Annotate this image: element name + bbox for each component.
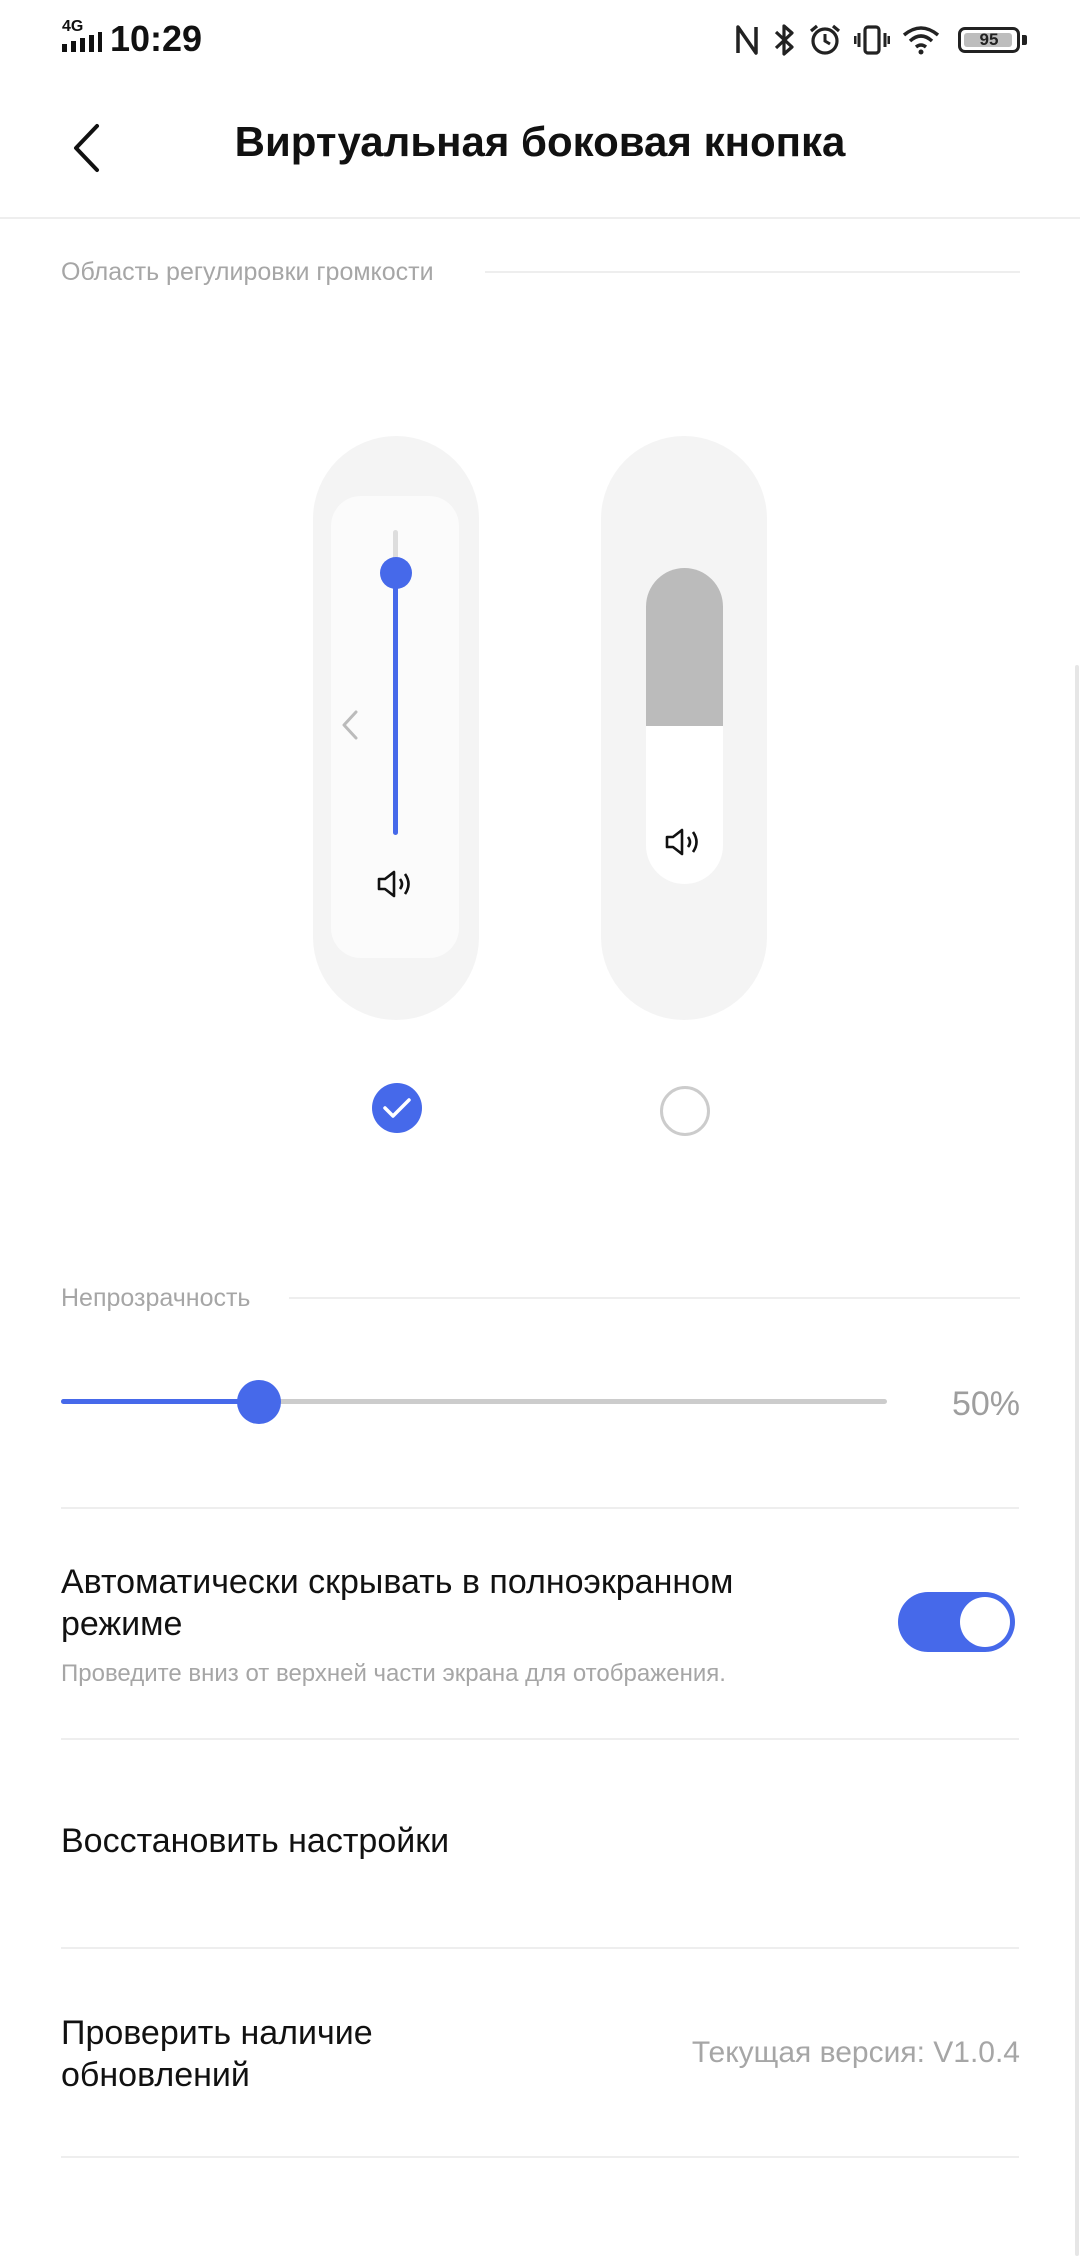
opacity-slider-thumb[interactable] [237,1380,282,1424]
row-divider [61,1738,1019,1740]
row-divider [61,1947,1019,1949]
opacity-slider-fill [61,1399,260,1404]
speaker-icon [377,870,410,898]
row-divider [61,1507,1019,1509]
speaker-icon [665,828,698,856]
style-radio-slider[interactable] [372,1083,422,1133]
battery-cap [1022,35,1027,45]
preview-volume-thumb [380,556,412,589]
auto-hide-toggle[interactable] [898,1592,1015,1652]
status-icons: 95 [734,20,1027,60]
bluetooth-icon [774,24,794,56]
style-radio-block[interactable] [660,1086,710,1136]
nfc-icon [736,25,758,55]
check-icon [383,1098,411,1118]
battery-level: 95 [979,30,999,49]
status-bar: 4G 10:29 95 [0,0,1080,80]
toggle-knob [960,1597,1010,1647]
wifi-icon [902,26,940,55]
signal-icon [62,32,102,52]
scrollbar[interactable] [1075,665,1079,2256]
page-title: Виртуальная боковая кнопка [234,118,846,165]
battery-icon: 95 [958,27,1020,53]
alarm-icon [809,24,841,55]
header-divider [0,217,1080,219]
section-divider [289,1297,1020,1299]
current-version: Текущая версия: V1.0.4 [691,2036,1020,2069]
vibrate-icon [854,25,890,55]
section-divider [485,271,1020,273]
auto-hide-title: Автоматически скрывать в полноэкранном р… [61,1563,734,1643]
section-volume-area: Область регулировки громкости [61,258,434,286]
preview-block-fill [646,568,723,726]
auto-hide-subtitle: Проведите вниз от верхней части экрана д… [61,1660,726,1687]
restore-settings-button[interactable]: Восстановить настройки [61,1820,1019,1862]
check-updates-button[interactable]: Проверить наличие обновлений [61,2012,461,2096]
section-opacity: Непрозрачность [61,1284,251,1312]
collapse-chevron-icon [342,710,358,740]
opacity-value: 50% [951,1385,1020,1423]
clock: 10:29 [110,18,203,59]
row-divider [61,2156,1019,2158]
preview-volume-fill [393,572,398,835]
